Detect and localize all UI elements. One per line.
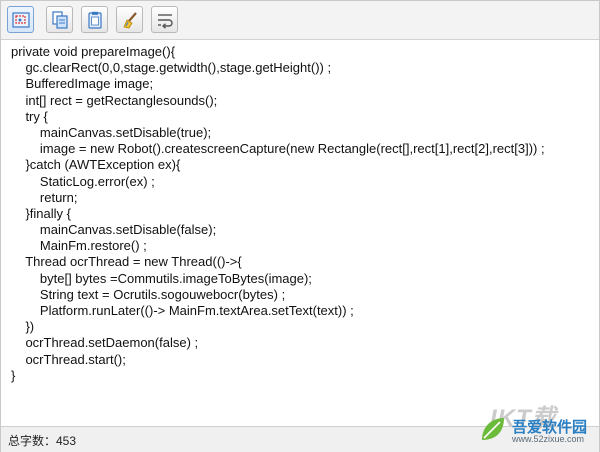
screenshot-capture-icon xyxy=(12,12,30,28)
code-line: } xyxy=(11,367,16,383)
screenshot-button[interactable] xyxy=(7,6,34,33)
paste-button[interactable] xyxy=(81,6,108,33)
wrap-button[interactable] xyxy=(151,6,178,33)
ocr-window: private void prepareImage(){ gc.clearRec… xyxy=(0,0,600,452)
code-line: }finally { xyxy=(11,205,71,221)
toolbar xyxy=(1,1,599,40)
code-line: image = new Robot().createscreenCapture(… xyxy=(11,141,545,157)
code-line: Thread ocrThread = new Thread(()->{ xyxy=(11,254,242,270)
code-text: private void prepareImage(){ gc.clearRec… xyxy=(11,44,545,384)
clear-button[interactable] xyxy=(116,6,143,33)
word-wrap-icon xyxy=(158,14,173,29)
text-area[interactable]: private void prepareImage(){ gc.clearRec… xyxy=(1,40,599,425)
code-line: private void prepareImage(){ xyxy=(11,44,176,59)
code-line: MainFm.restore() ; xyxy=(11,238,147,254)
code-line: return; xyxy=(11,189,78,205)
code-line: String text = Ocrutils.sogouwebocr(bytes… xyxy=(11,286,286,302)
code-line: BufferedImage image; xyxy=(11,76,154,92)
code-line: }) xyxy=(11,319,35,335)
paste-clipboard-icon xyxy=(88,11,102,29)
leaf-logo-icon xyxy=(482,418,504,440)
code-line: mainCanvas.setDisable(true); xyxy=(11,124,212,140)
code-line: Platform.runLater(()-> MainFm.textArea.s… xyxy=(11,303,354,318)
copy-document-icon xyxy=(52,11,68,29)
code-line: gc.clearRect(0,0,stage.getwidth(),stage.… xyxy=(11,60,332,76)
code-line: mainCanvas.setDisable(false); xyxy=(11,222,217,238)
copy-button[interactable] xyxy=(46,6,73,33)
code-line: ocrThread.setDaemon(false) ; xyxy=(11,335,199,351)
code-line: byte[] bytes =Commutils.imageToBytes(ima… xyxy=(11,270,312,286)
code-line: try { xyxy=(11,108,48,124)
watermark: IKT载 吾爱软件园 www.52zixue.com xyxy=(470,398,598,448)
char-count-label: 总字数：453 xyxy=(8,434,77,448)
clear-brush-icon xyxy=(123,12,137,29)
code-line: StaticLog.error(ex) ; xyxy=(11,173,155,189)
code-line: int[] rect = getRectanglesounds(); xyxy=(11,92,218,108)
watermark-url: www.52zixue.com xyxy=(512,434,585,444)
code-line: }catch (AWTException ex){ xyxy=(11,157,181,173)
code-line: ocrThread.start(); xyxy=(11,351,126,367)
